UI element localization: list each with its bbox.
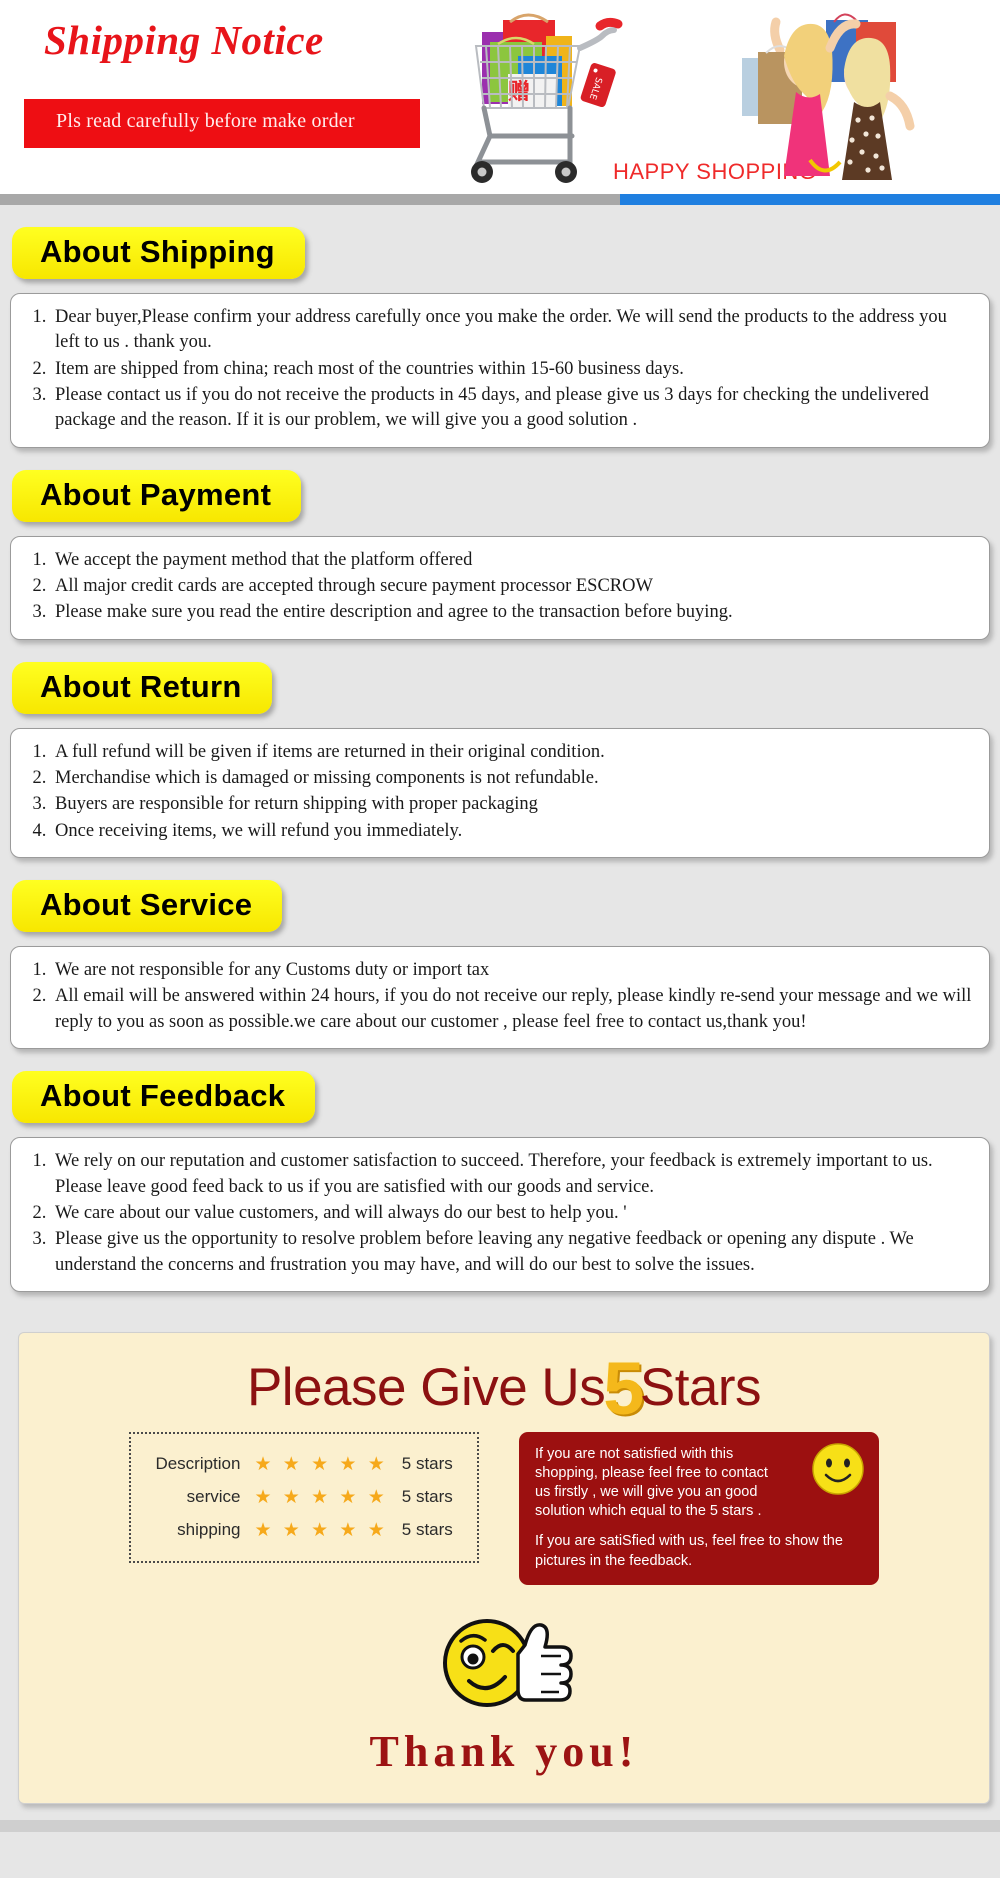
section-panel-payment: We accept the payment method that the pl… <box>10 535 990 640</box>
list-item: We are not responsible for any Customs d… <box>51 958 975 983</box>
section-list-shipping: Dear buyer,Please confirm your address c… <box>25 305 975 434</box>
shipping-notice-page: Shipping Notice Pls read carefully befor… <box>0 0 1000 1878</box>
headline-before: Please Give Us <box>246 1357 606 1417</box>
rating-value: 5 stars <box>401 1520 453 1540</box>
read-carefully-bar: Pls read carefully before make order <box>24 99 420 148</box>
rating-label: service <box>186 1487 241 1507</box>
sections-container: About Shipping Dear buyer,Please confirm… <box>0 205 1000 1314</box>
list-item: All email will be answered within 24 hou… <box>51 984 975 1035</box>
section-heading-feedback: About Feedback <box>12 1071 316 1124</box>
rating-row-shipping: shipping ★ ★ ★ ★ ★ 5 stars <box>149 1514 455 1547</box>
headline-number-5: 5 <box>603 1346 644 1430</box>
thank-you-text: Thank you! <box>369 1726 639 1776</box>
section-panel-feedback: We rely on our reputation and customer s… <box>10 1137 990 1292</box>
rating-row-service: service ★ ★ ★ ★ ★ 5 stars <box>149 1481 455 1514</box>
section-heading-label: About Feedback <box>40 1078 286 1114</box>
section-heading-label: About Return <box>40 668 242 704</box>
read-carefully-text: Pls read carefully before make order <box>56 110 355 132</box>
header-banner: Shipping Notice Pls read carefully befor… <box>0 0 1000 205</box>
list-item: Dear buyer,Please confirm your address c… <box>51 305 975 356</box>
five-stars-headline: Please Give Us5Stars <box>19 1346 989 1430</box>
section-panel-return: A full refund will be given if items are… <box>10 727 990 859</box>
list-item: Item are shipped from china; reach most … <box>51 357 975 382</box>
section-heading-label: About Payment <box>40 476 272 512</box>
star-icon-group: ★ ★ ★ ★ ★ <box>254 1519 388 1541</box>
winking-smiley-thumbs-up-icon <box>19 1607 989 1724</box>
section-list-feedback: We rely on our reputation and customer s… <box>25 1149 975 1278</box>
rating-value: 5 stars <box>401 1487 453 1507</box>
section-list-return: A full refund will be given if items are… <box>25 740 975 844</box>
smiley-face-icon <box>811 1442 865 1496</box>
section-heading-shipping: About Shipping <box>12 227 305 279</box>
star-icon-group: ★ ★ ★ ★ ★ <box>254 1453 388 1475</box>
shoppers-photo <box>718 0 938 195</box>
section-heading-return: About Return <box>12 661 272 714</box>
banner-stripe-blue <box>620 194 1000 205</box>
list-item: All major credit cards are accepted thro… <box>51 574 975 599</box>
list-item: Please contact us if you do not receive … <box>51 383 975 434</box>
rating-value: 5 stars <box>401 1454 453 1474</box>
list-item: We care about our value customers, and w… <box>51 1201 975 1226</box>
section-heading-label: About Shipping <box>40 234 275 269</box>
notice-paragraph-2: If you are satiSfied with us, feel free … <box>535 1533 843 1569</box>
list-item: Merchandise which is damaged or missing … <box>51 766 975 791</box>
section-list-payment: We accept the payment method that the pl… <box>25 548 975 626</box>
list-item: Buyers are responsible for return shippi… <box>51 792 975 817</box>
page-title: Shipping Notice <box>44 17 324 63</box>
list-item: Please give us the opportunity to resolv… <box>51 1227 975 1278</box>
section-panel-service: We are not responsible for any Customs d… <box>10 946 990 1050</box>
thank-you-block: Thank you! <box>19 1607 989 1777</box>
rating-row-description: Description ★ ★ ★ ★ ★ 5 stars <box>149 1448 455 1481</box>
list-item: A full refund will be given if items are… <box>51 740 975 765</box>
section-heading-service: About Service <box>12 880 283 933</box>
section-panel-shipping: Dear buyer,Please confirm your address c… <box>10 293 990 448</box>
footer-bar <box>0 1819 1000 1832</box>
star-icon-group: ★ ★ ★ ★ ★ <box>254 1486 388 1508</box>
rating-label: shipping <box>177 1520 241 1540</box>
list-item: We accept the payment method that the pl… <box>51 548 975 573</box>
ratings-and-notice: Description ★ ★ ★ ★ ★ 5 stars service ★ … <box>19 1431 989 1585</box>
headline-after: Stars <box>639 1357 762 1417</box>
list-item: We rely on our reputation and customer s… <box>51 1149 975 1200</box>
ratings-table: Description ★ ★ ★ ★ ★ 5 stars service ★ … <box>129 1431 479 1563</box>
satisfaction-notice: If you are not satisfied with this shopp… <box>519 1431 879 1585</box>
section-heading-label: About Service <box>40 887 253 923</box>
section-heading-payment: About Payment <box>12 469 302 522</box>
list-item: Once receiving items, we will refund you… <box>51 819 975 844</box>
list-item: Please make sure you read the entire des… <box>51 600 975 625</box>
section-list-service: We are not responsible for any Customs d… <box>25 958 975 1035</box>
rating-label: Description <box>155 1454 241 1474</box>
five-stars-box: Please Give Us5Stars Description ★ ★ ★ ★… <box>18 1331 990 1804</box>
